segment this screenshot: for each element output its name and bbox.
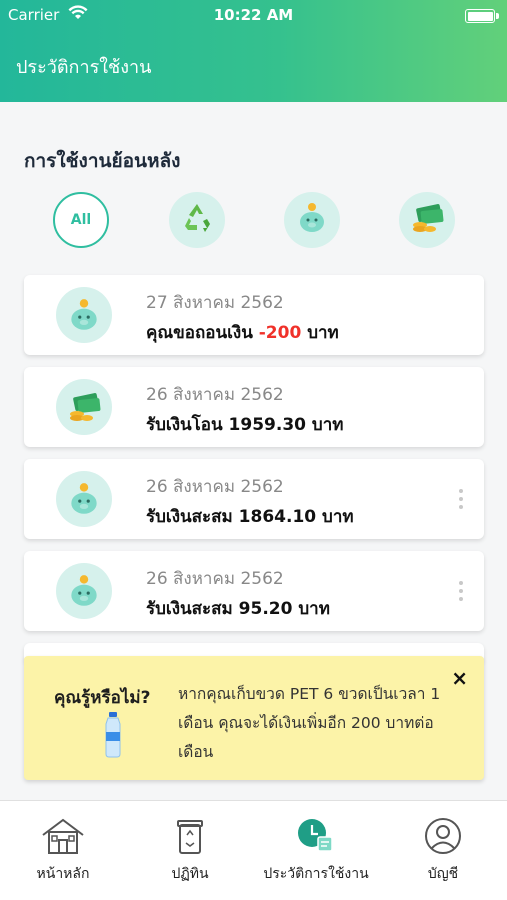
filter-all-label: All <box>70 212 92 228</box>
transaction-amount: 95.20 <box>238 599 293 619</box>
history-icon <box>253 817 379 857</box>
transaction-description: รับเงินโอน 1959.30 บาท <box>146 415 344 435</box>
transaction-date: 27 สิงหาคม 2562 <box>146 293 284 313</box>
header: Carrier 10:22 AM ประวัติการใช้งาน <box>0 0 507 102</box>
tip-title: คุณรู้หรือไม่? <box>54 688 151 708</box>
filter-bar: All <box>0 192 507 248</box>
piggy-bank-icon <box>71 299 97 330</box>
transaction-amount: 1864.10 <box>238 507 317 527</box>
home-icon <box>0 817 126 857</box>
transaction-card[interactable]: 26 สิงหาคม 2562 รับเงินสะสม 95.20 บาท <box>24 551 484 631</box>
tab-bar: หน้าหลัก ปฏิทิน ประวัติการใช้งาน บัญชี <box>0 800 507 900</box>
tab-home[interactable]: หน้าหลัก <box>0 801 126 900</box>
filter-money-button[interactable] <box>399 192 455 248</box>
filter-all-button[interactable]: All <box>53 192 109 248</box>
transaction-amount: 1959.30 <box>228 415 306 435</box>
page-title: ประวัติการใช้งาน <box>16 57 152 78</box>
tab-calendar[interactable]: ปฏิทิน <box>127 801 253 900</box>
account-icon <box>380 817 506 857</box>
transaction-date: 26 สิงหาคม 2562 <box>146 385 284 405</box>
tip-text: หากคุณเก็บขวด PET 6 ขวดเป็นเวลา 1 เดือน … <box>178 685 441 761</box>
transaction-description: รับเงินสะสม 1864.10 บาท <box>146 507 354 527</box>
section-title: การใช้งานย้อนหลัง <box>24 150 181 172</box>
tab-home-label: หน้าหลัก <box>36 866 90 882</box>
money-icon <box>407 200 447 240</box>
transaction-icon <box>56 563 112 619</box>
more-options-icon[interactable] <box>458 581 464 601</box>
money-icon <box>70 393 101 421</box>
transaction-description: คุณขอถอนเงิน -200 บาท <box>146 323 339 343</box>
close-icon[interactable]: × <box>451 666 468 690</box>
water-bottle-icon <box>102 712 124 762</box>
tab-history-label: ประวัติการใช้งาน <box>263 866 369 882</box>
piggy-bank-icon <box>294 200 330 240</box>
more-options-icon[interactable] <box>458 489 464 509</box>
piggy-bank-icon <box>71 575 97 606</box>
transaction-date: 26 สิงหาคม 2562 <box>146 569 284 589</box>
transaction-icon <box>56 379 112 435</box>
transaction-amount: -200 <box>258 323 302 343</box>
filter-piggy-button[interactable] <box>284 192 340 248</box>
tip-banner: คุณรู้หรือไม่? หากคุณเก็บขวด PET 6 ขวดเป… <box>24 656 484 780</box>
filter-recycle-button[interactable] <box>169 192 225 248</box>
transaction-card[interactable]: 27 สิงหาคม 2562 คุณขอถอนเงิน -200 บาท <box>24 275 484 355</box>
piggy-bank-icon <box>71 483 97 514</box>
tab-account-label: บัญชี <box>427 866 459 882</box>
battery-icon <box>465 9 499 23</box>
transaction-card[interactable]: 26 สิงหาคม 2562 รับเงินโอน 1959.30 บาท <box>24 367 484 447</box>
clock: 10:22 AM <box>213 6 294 24</box>
transaction-card[interactable]: 26 สิงหาคม 2562 รับเงินสะสม 1864.10 บาท <box>24 459 484 539</box>
recycle-icon <box>179 200 215 240</box>
transaction-description: รับเงินสะสม 95.20 บาท <box>146 599 330 619</box>
transaction-icon <box>56 471 112 527</box>
transaction-date: 26 สิงหาคม 2562 <box>146 477 284 497</box>
tab-calendar-label: ปฏิทิน <box>171 866 209 882</box>
tab-history[interactable]: ประวัติการใช้งาน <box>253 801 379 900</box>
recycle-bin-icon <box>127 817 253 857</box>
transaction-icon <box>56 287 112 343</box>
status-bar: Carrier 10:22 AM <box>0 0 507 32</box>
tab-account[interactable]: บัญชี <box>380 801 506 900</box>
